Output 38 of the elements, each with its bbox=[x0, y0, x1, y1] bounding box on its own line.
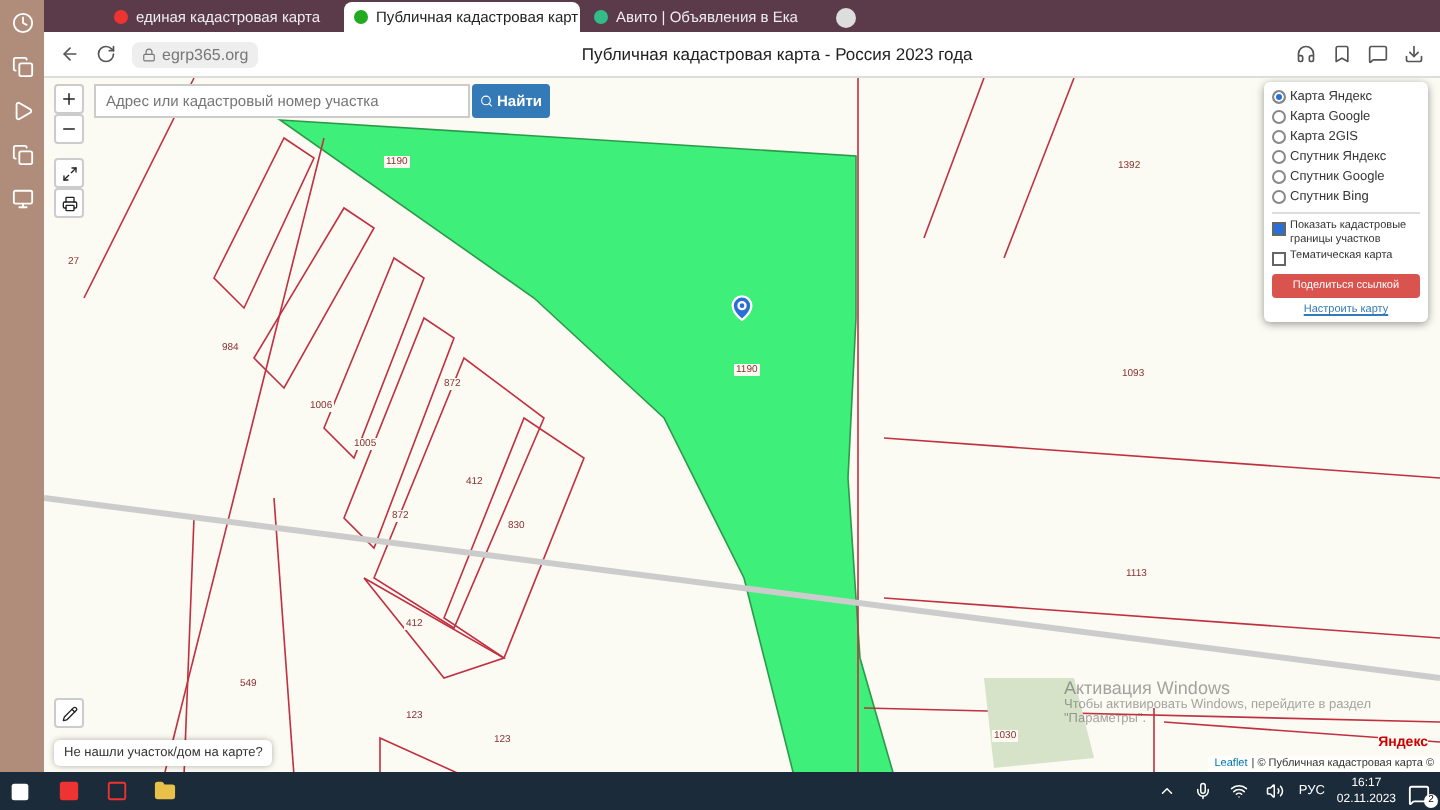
sidebar-icon[interactable] bbox=[8, 184, 36, 212]
search-icon bbox=[480, 94, 494, 108]
printer-icon bbox=[61, 195, 77, 211]
volume-icon[interactable] bbox=[1262, 779, 1287, 803]
new-tab-icon[interactable] bbox=[836, 8, 856, 28]
headphones-icon[interactable] bbox=[1296, 44, 1316, 64]
fullscreen-button[interactable] bbox=[54, 158, 84, 188]
plus-icon bbox=[60, 90, 78, 108]
activation-title: Активация Windows bbox=[1064, 678, 1232, 698]
expand-icon bbox=[61, 165, 77, 181]
sidebar-icon[interactable] bbox=[8, 8, 36, 36]
sidebar-icon[interactable] bbox=[8, 52, 36, 80]
download-icon[interactable] bbox=[1404, 44, 1424, 64]
radio-button[interactable] bbox=[1272, 110, 1286, 124]
bookmark-icon[interactable] bbox=[1332, 44, 1352, 64]
page-title: Публичная кадастровая карта - Россия 2023 года bbox=[579, 44, 975, 64]
lock-icon bbox=[142, 47, 156, 61]
pencil-icon bbox=[61, 705, 77, 721]
sidebar-icon[interactable] bbox=[8, 140, 36, 168]
address-field[interactable]: egrp365.org bbox=[132, 41, 259, 67]
back-icon[interactable] bbox=[60, 44, 80, 64]
folder-icon[interactable] bbox=[152, 779, 176, 803]
zoom-out-button[interactable] bbox=[54, 114, 84, 144]
draw-button[interactable] bbox=[54, 698, 84, 728]
radio-button[interactable] bbox=[1272, 170, 1286, 184]
print-button[interactable] bbox=[54, 188, 84, 218]
checkbox[interactable] bbox=[1272, 252, 1286, 266]
site-icon bbox=[354, 10, 368, 24]
site-icon bbox=[114, 10, 128, 24]
radio-button[interactable] bbox=[1272, 90, 1286, 104]
refresh-icon[interactable] bbox=[96, 44, 116, 64]
radio-button[interactable] bbox=[1272, 190, 1286, 204]
zoom-in-button[interactable] bbox=[54, 84, 84, 114]
site-icon bbox=[594, 10, 608, 24]
radio-button[interactable] bbox=[1272, 150, 1286, 164]
checkbox[interactable] bbox=[1272, 222, 1286, 236]
radio-button[interactable] bbox=[1272, 130, 1286, 144]
chat-icon[interactable] bbox=[1368, 44, 1388, 64]
